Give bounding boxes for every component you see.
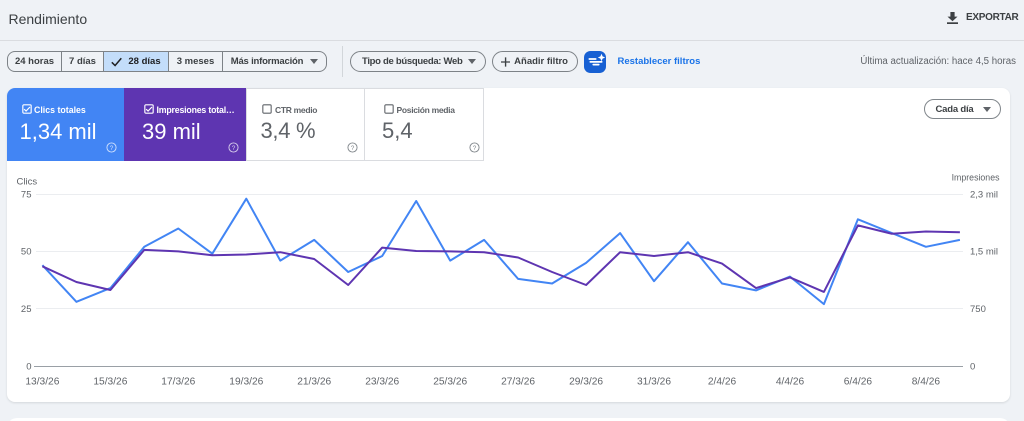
svg-text:0: 0	[26, 361, 31, 372]
svg-text:13/3/26: 13/3/26	[25, 377, 59, 388]
svg-text:21/3/26: 21/3/26	[297, 377, 331, 388]
svg-text:19/3/26: 19/3/26	[229, 377, 263, 388]
svg-text:8/4/26: 8/4/26	[912, 377, 941, 388]
svg-text:75: 75	[21, 189, 32, 200]
svg-text:29/3/26: 29/3/26	[569, 377, 603, 388]
svg-text:15/3/26: 15/3/26	[93, 377, 127, 388]
svg-text:2/4/26: 2/4/26	[708, 377, 737, 388]
svg-text:6/4/26: 6/4/26	[844, 377, 873, 388]
svg-text:23/3/26: 23/3/26	[365, 377, 399, 388]
svg-text:25: 25	[21, 304, 32, 315]
svg-text:1,5 mil: 1,5 mil	[970, 247, 998, 258]
svg-text:4/4/26: 4/4/26	[776, 377, 805, 388]
svg-text:0: 0	[970, 361, 975, 372]
svg-text:17/3/26: 17/3/26	[161, 377, 195, 388]
svg-text:2,3 mil: 2,3 mil	[970, 189, 998, 200]
svg-text:Clics: Clics	[17, 177, 38, 188]
svg-text:31/3/26: 31/3/26	[637, 377, 671, 388]
svg-text:25/3/26: 25/3/26	[433, 377, 467, 388]
svg-text:750: 750	[970, 304, 986, 315]
svg-text:Impresiones: Impresiones	[952, 173, 1001, 183]
svg-text:50: 50	[21, 247, 32, 258]
svg-text:27/3/26: 27/3/26	[501, 377, 535, 388]
